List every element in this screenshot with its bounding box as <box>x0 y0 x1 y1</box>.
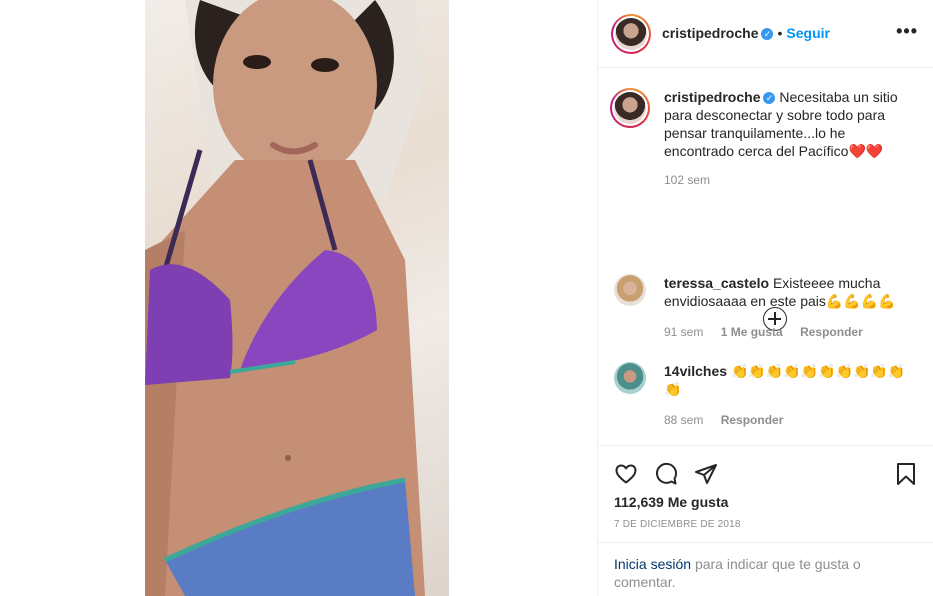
bookmark-icon[interactable] <box>894 462 918 486</box>
comment-icon[interactable] <box>654 462 678 486</box>
verified-badge-icon: ✓ <box>761 28 774 41</box>
post-actions: 112,639 Me gusta 7 DE DICIEMBRE DE 2018 … <box>598 445 933 595</box>
reply-button[interactable]: Responder <box>721 413 784 427</box>
comment-likes[interactable]: 1 Me gusta <box>721 325 783 339</box>
post-date[interactable]: 7 DE DICIEMBRE DE 2018 <box>614 519 741 530</box>
comment-text-block: 14vilches 👏👏👏👏👏👏👏👏👏👏👏 <box>664 362 914 398</box>
comment-time[interactable]: 91 sem <box>664 325 703 339</box>
commenter-avatar[interactable] <box>614 274 646 306</box>
author-avatar[interactable] <box>611 14 651 54</box>
comment-username[interactable]: teressa_castelo <box>664 275 769 291</box>
post-photo[interactable] <box>145 0 449 596</box>
more-options-icon[interactable]: ••• <box>896 22 918 40</box>
photo-illustration <box>145 0 425 596</box>
login-prompt: Inicia sesión para indicar que te gusta … <box>598 542 933 596</box>
comment-meta: 88 sem Responder <box>664 413 797 427</box>
heart-icon[interactable] <box>614 462 638 486</box>
comment-text-block: teressa_castelo Existeeee mucha envidios… <box>664 274 914 310</box>
caption-author-avatar[interactable] <box>610 88 650 128</box>
author-line: cristipedroche ✓ • Seguir <box>662 25 830 41</box>
caption-text-block: cristipedroche ✓ Necesitaba un sitio para… <box>664 88 904 189</box>
follow-button[interactable]: Seguir <box>786 25 830 41</box>
caption-author-username[interactable]: cristipedroche <box>664 89 760 105</box>
commenter-avatar[interactable] <box>614 362 646 394</box>
likes-count[interactable]: 112,639 Me gusta <box>614 494 728 510</box>
reply-button[interactable]: Responder <box>800 325 863 339</box>
post-header: cristipedroche ✓ • Seguir ••• <box>598 0 933 68</box>
post-media-area <box>0 0 596 596</box>
comment-meta: 91 sem 1 Me gusta Responder <box>664 325 877 339</box>
post-side-panel: cristipedroche ✓ • Seguir ••• cristipedroch… <box>597 0 933 596</box>
share-icon[interactable] <box>694 462 718 486</box>
comment-time[interactable]: 88 sem <box>664 413 703 427</box>
verified-badge-icon: ✓ <box>763 92 776 105</box>
author-username[interactable]: cristipedroche <box>662 25 758 41</box>
caption-time[interactable]: 102 sem <box>664 171 904 189</box>
comment-username[interactable]: 14vilches <box>664 363 727 379</box>
separator-dot: • <box>777 25 783 41</box>
login-link[interactable]: Inicia sesión <box>614 556 691 572</box>
